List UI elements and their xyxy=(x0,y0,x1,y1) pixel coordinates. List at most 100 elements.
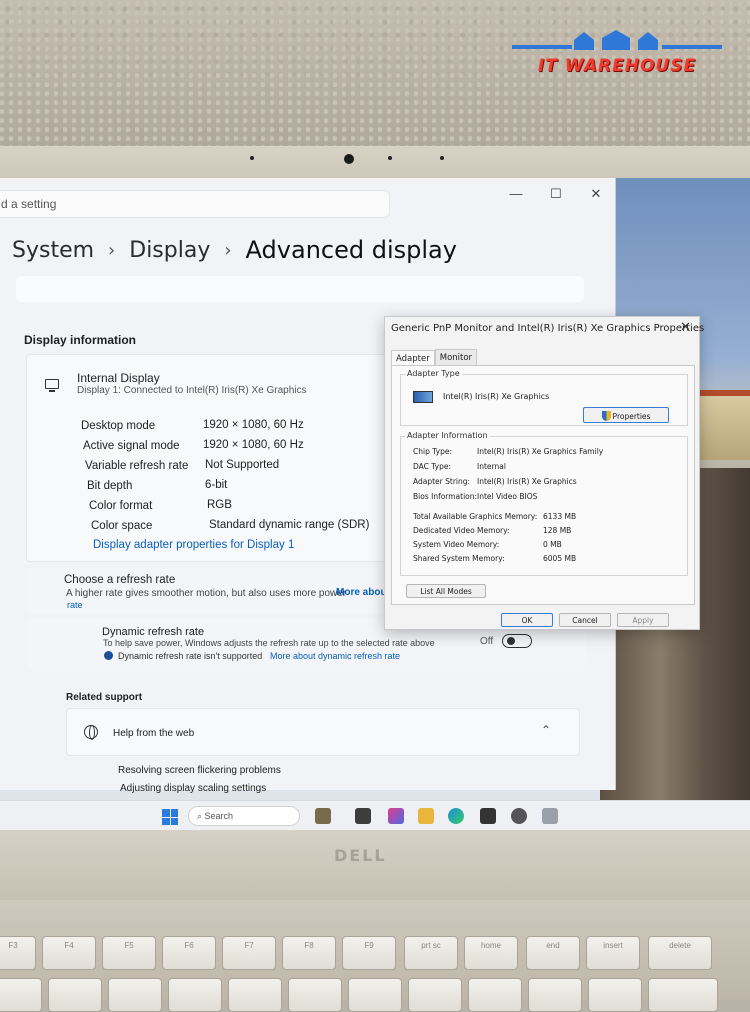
maximize-icon[interactable]: ☐ xyxy=(546,186,566,202)
key: F6 xyxy=(162,936,216,970)
adapter-name: Intel(R) Iris(R) Xe Graphics xyxy=(443,392,550,401)
widgets-icon[interactable] xyxy=(315,808,331,824)
memory-row: Dedicated Video Memory: 128 MB xyxy=(413,526,571,535)
ok-button[interactable]: OK xyxy=(501,613,553,627)
logo-line-right xyxy=(662,45,722,49)
memory-value: 6005 MB xyxy=(543,554,577,563)
search-icon: ⌕ xyxy=(197,811,205,821)
info-key: Chip Type: xyxy=(413,447,452,456)
dynamic-refresh-more-link[interactable]: More about dynamic refresh rate xyxy=(270,651,400,661)
display-name: Internal Display xyxy=(77,371,160,385)
logo-line-left xyxy=(512,45,572,49)
dialog-tabs: Adapter Monitor xyxy=(391,349,478,367)
dynamic-refresh-title: Dynamic refresh rate xyxy=(102,626,205,638)
taskbar-search[interactable]: ⌕ Search xyxy=(188,806,300,826)
info-key: DAC Type: xyxy=(413,462,452,471)
key xyxy=(348,978,402,1012)
properties-button-label: Properties xyxy=(612,412,651,421)
watermark-logo: IT WAREHOUSE xyxy=(512,30,722,80)
info-value: Intel(R) Iris(R) Xe Graphics xyxy=(477,477,577,486)
breadcrumb-display[interactable]: Display xyxy=(129,238,210,263)
start-icon[interactable] xyxy=(162,809,178,825)
display-selector-card[interactable] xyxy=(16,276,584,302)
dynamic-refresh-note: Dynamic refresh rate isn't supported xyxy=(104,651,262,661)
breadcrumb: System › Display › Advanced display xyxy=(12,236,457,264)
spec-label: Bit depth xyxy=(87,480,133,492)
spec-label: Color space xyxy=(91,520,153,532)
refresh-more-link[interactable]: More abou xyxy=(336,587,387,598)
help-from-web-title: Help from the web xyxy=(113,728,195,739)
memory-value: 6133 MB xyxy=(543,512,577,521)
laptop-screen: d a setting — ☐ ✕ System › Display › Adv… xyxy=(0,178,750,830)
apply-button[interactable]: Apply xyxy=(617,613,669,627)
key: F9 xyxy=(342,936,396,970)
uac-shield-icon xyxy=(601,411,611,421)
graphics-card-icon xyxy=(413,391,433,403)
wall-background xyxy=(0,0,750,160)
memory-key: Dedicated Video Memory: xyxy=(413,526,510,535)
key: F8 xyxy=(282,936,336,970)
info-row: Bios Information: Intel Video BIOS xyxy=(413,492,537,501)
key: insert xyxy=(586,936,640,970)
settings-gear-icon[interactable] xyxy=(511,808,527,824)
key xyxy=(648,978,718,1012)
help-link[interactable]: Resolving screen flickering problems xyxy=(118,765,281,776)
tab-monitor[interactable]: Monitor xyxy=(434,349,478,366)
key: delete xyxy=(648,936,712,970)
info-value: Intel Video BIOS xyxy=(477,492,538,501)
settings-search-input[interactable]: d a setting xyxy=(0,190,390,218)
key xyxy=(408,978,462,1012)
key xyxy=(228,978,282,1012)
info-row: DAC Type: Internal xyxy=(413,462,506,471)
adapter-info-group: Adapter Information Chip Type: Intel(R) I… xyxy=(400,431,688,576)
watermark-text: IT WAREHOUSE xyxy=(537,56,697,76)
task-view-icon[interactable] xyxy=(355,808,371,824)
key xyxy=(108,978,162,1012)
dialog-title: Generic PnP Monitor and Intel(R) Iris(R)… xyxy=(391,323,705,334)
chevron-up-icon[interactable]: ⌃ xyxy=(541,723,551,737)
section-title-related-support: Related support xyxy=(66,692,143,703)
cancel-button[interactable]: Cancel xyxy=(559,613,611,627)
info-key: Adapter String: xyxy=(413,477,471,486)
section-title-display-info: Display information xyxy=(24,333,137,347)
spec-value: 6-bit xyxy=(205,479,228,491)
list-all-modes-button[interactable]: List All Modes xyxy=(406,584,486,598)
spec-label: Desktop mode xyxy=(81,420,156,432)
refresh-rate-title: Choose a refresh rate xyxy=(64,574,176,586)
copilot-icon[interactable] xyxy=(388,808,404,824)
properties-button[interactable]: Properties xyxy=(583,407,669,423)
key xyxy=(288,978,342,1012)
memory-row: Shared System Memory: 6005 MB xyxy=(413,554,576,563)
spec-value: 1920 × 1080, 60 Hz xyxy=(203,439,304,451)
key xyxy=(168,978,222,1012)
help-link[interactable]: Adjusting display scaling settings xyxy=(120,783,266,794)
control-panel-icon[interactable] xyxy=(542,808,558,824)
adapter-type-group: Adapter Type Intel(R) Iris(R) Xe Graphic… xyxy=(400,369,688,426)
key xyxy=(0,978,42,1012)
close-icon[interactable]: ✕ xyxy=(586,186,606,202)
adapter-properties-link[interactable]: Display adapter properties for Display 1 xyxy=(93,539,294,551)
dynamic-refresh-toggle[interactable] xyxy=(502,634,532,648)
logo-houses-icon xyxy=(574,30,658,50)
store-icon[interactable] xyxy=(480,808,496,824)
refresh-more-link-rate[interactable]: rate xyxy=(67,600,83,610)
breadcrumb-system[interactable]: System xyxy=(12,238,94,263)
file-explorer-icon[interactable] xyxy=(418,808,434,824)
edge-icon[interactable] xyxy=(448,808,464,824)
chevron-right-icon: › xyxy=(108,239,116,261)
dynamic-refresh-note-text: Dynamic refresh rate isn't supported xyxy=(118,651,263,661)
key: F4 xyxy=(42,936,96,970)
key: F3 xyxy=(0,936,36,970)
close-icon[interactable]: ✕ xyxy=(680,320,691,335)
sensor-dot xyxy=(388,156,392,160)
memory-value: 128 MB xyxy=(543,526,572,535)
globe-icon xyxy=(84,725,98,740)
minimize-icon[interactable]: — xyxy=(506,186,526,201)
memory-key: Total Available Graphics Memory: xyxy=(413,512,538,521)
key xyxy=(48,978,102,1012)
toggle-state-label: Off xyxy=(480,636,494,647)
key xyxy=(468,978,522,1012)
laptop-chin xyxy=(0,830,750,900)
memory-value: 0 MB xyxy=(543,540,562,549)
help-from-web-card[interactable]: Help from the web ⌃ xyxy=(66,708,580,756)
